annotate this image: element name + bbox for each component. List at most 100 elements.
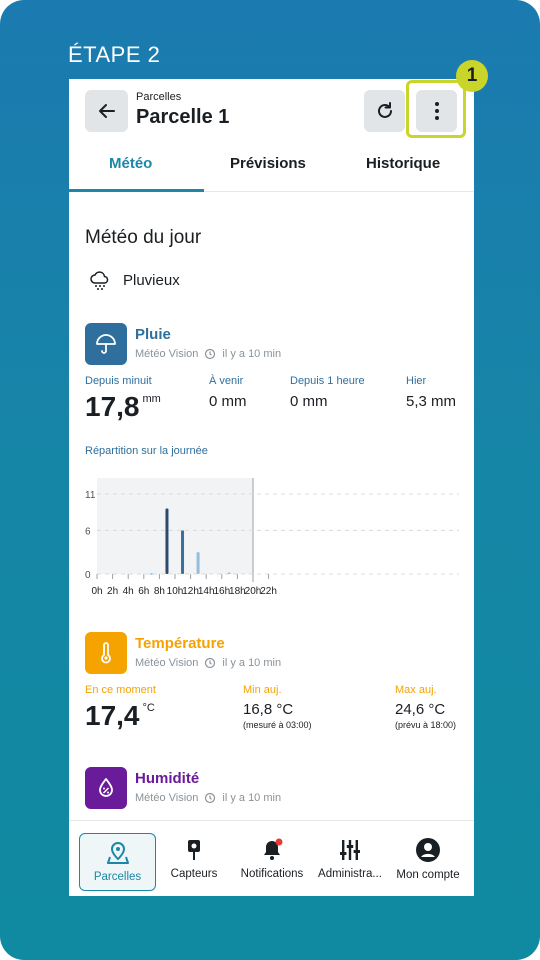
- temperature-tile: [85, 632, 127, 674]
- rain-bar: [181, 530, 185, 574]
- since-midnight-unit: mm: [142, 393, 161, 405]
- section-title: Météo du jour: [85, 227, 202, 248]
- last-hour-label: Depuis 1 heure: [290, 375, 365, 387]
- back-button[interactable]: [85, 90, 128, 132]
- nav-label: Administra...: [318, 868, 382, 880]
- nav-label: Notifications: [240, 868, 304, 880]
- rain-bar: [165, 508, 169, 574]
- y-tick-label: 11: [85, 490, 96, 501]
- max-label: Max auj.: [395, 684, 437, 696]
- rain-updated: il y a 10 min: [222, 348, 282, 360]
- temperature-source: Météo Vision: [135, 657, 199, 669]
- humidity-source: Météo Vision: [135, 792, 199, 804]
- last-hour-value: 0 mm: [290, 393, 328, 410]
- callout-badge: 1: [456, 60, 488, 92]
- rain-tile: [85, 323, 127, 365]
- history-icon: [205, 657, 216, 669]
- tab-historique[interactable]: Historique: [366, 155, 440, 172]
- nav-notifications[interactable]: Notifications: [236, 821, 308, 896]
- temperature-title: Température: [135, 635, 225, 652]
- tab-meteo[interactable]: Météo: [109, 155, 152, 172]
- x-tick-label: 14h: [198, 586, 215, 597]
- tutorial-frame: ÉTAPE 2 Parcelles Parcelle 1 Météo Prévi…: [0, 0, 540, 960]
- min-note: (mesuré à 03:00): [243, 720, 312, 730]
- nav-administration[interactable]: Administra...: [315, 821, 385, 896]
- since-midnight-value: 17,8 mm: [85, 391, 161, 423]
- x-tick-label: 6h: [138, 586, 149, 597]
- elapsed-area: [97, 478, 253, 574]
- temperature-source-line: Météo Vision il y a 10 min: [135, 657, 281, 669]
- thermometer-icon: [101, 642, 111, 664]
- nav-capteurs[interactable]: Capteurs: [164, 821, 224, 896]
- humidity-title: Humidité: [135, 770, 200, 787]
- yesterday-value: 5,3 mm: [406, 393, 457, 410]
- rain-title: Pluie: [135, 326, 171, 343]
- since-midnight-number: 17,8: [85, 391, 140, 422]
- weather-condition: Pluvieux: [89, 269, 180, 291]
- humidity-tile: [85, 767, 127, 809]
- min-label: Min auj.: [243, 684, 282, 696]
- x-tick-label: 4h: [123, 586, 134, 597]
- page-title: Parcelle 1: [136, 106, 230, 128]
- x-tick-label: 2h: [107, 586, 118, 597]
- x-tick-label: 10h: [167, 586, 184, 597]
- tab-previsions[interactable]: Prévisions: [230, 155, 306, 172]
- rain-bar: [227, 572, 231, 575]
- x-tick-label: 20h: [245, 586, 262, 597]
- humidity-updated: il y a 10 min: [222, 792, 282, 804]
- max-value: 24,6 °C: [395, 701, 446, 718]
- tab-bar: Météo Prévisions Historique: [69, 141, 474, 192]
- min-value: 16,8 °C: [243, 701, 294, 718]
- nav-label: Mon compte: [396, 869, 460, 881]
- temperature-updated: il y a 10 min: [222, 657, 282, 669]
- coming-value: 0 mm: [209, 393, 247, 410]
- weather-content[interactable]: Météo du jour Pluvieux Pluie Météo Visio…: [69, 205, 474, 820]
- nav-label: Capteurs: [170, 868, 218, 880]
- history-icon: [205, 348, 216, 360]
- x-tick-label: 16h: [213, 586, 230, 597]
- rain-cloud-icon: [90, 271, 109, 290]
- x-tick-label: 22h: [260, 586, 277, 597]
- notification-dot: [275, 838, 283, 846]
- now-value: 17,4 °C: [85, 700, 155, 732]
- x-tick-label: 12h: [182, 586, 199, 597]
- x-tick-label: 8h: [154, 586, 165, 597]
- yesterday-label: Hier: [406, 375, 427, 387]
- now-number: 17,4: [85, 700, 140, 731]
- humidity-source-line: Météo Vision il y a 10 min: [135, 792, 281, 804]
- nav-parcelles[interactable]: Parcelles: [79, 833, 156, 891]
- nav-label: Parcelles: [93, 871, 142, 883]
- active-tab-indicator: [69, 189, 204, 192]
- account-icon: [416, 838, 440, 862]
- breadcrumb[interactable]: Parcelles: [136, 91, 181, 103]
- y-tick-label: 6: [85, 526, 91, 537]
- now-unit: °C: [142, 702, 155, 714]
- rain-source: Météo Vision: [135, 348, 199, 360]
- umbrella-icon: [96, 334, 116, 354]
- rain-distribution-chart: 0 6 11 0h 2h 4h 6h 8h 10h12h14h16h18h20h22h: [85, 478, 459, 597]
- sliders-icon: [340, 840, 360, 860]
- menu-highlight-box: [406, 80, 466, 138]
- weather-condition-label: Pluvieux: [123, 271, 180, 289]
- history-icon: [205, 792, 216, 804]
- x-tick-label: 18h: [229, 586, 246, 597]
- humidity-drop-icon: [99, 778, 113, 797]
- since-midnight-label: Depuis minuit: [85, 375, 152, 387]
- refresh-icon: [377, 102, 392, 118]
- sensor-icon: [188, 840, 200, 860]
- rain-bar: [149, 573, 153, 575]
- map-pin-icon: [106, 841, 129, 864]
- y-tick-label: 0: [85, 570, 91, 581]
- arrow-left-icon: [98, 104, 115, 118]
- x-tick-label: 0h: [91, 586, 102, 597]
- bottom-navigation: Parcelles Capteurs Notifications Adminis…: [69, 820, 474, 896]
- rain-bar: [196, 552, 200, 574]
- rain-source-line: Météo Vision il y a 10 min: [135, 348, 281, 360]
- max-note: (prévu à 18:00): [395, 720, 457, 730]
- nav-mon-compte[interactable]: Mon compte: [391, 821, 465, 896]
- phone-screen: Parcelles Parcelle 1 Météo Prévisions Hi…: [69, 79, 474, 896]
- bell-icon: [264, 838, 283, 860]
- step-label: ÉTAPE 2: [68, 42, 161, 67]
- now-label: En ce moment: [85, 684, 156, 696]
- refresh-button[interactable]: [364, 90, 405, 132]
